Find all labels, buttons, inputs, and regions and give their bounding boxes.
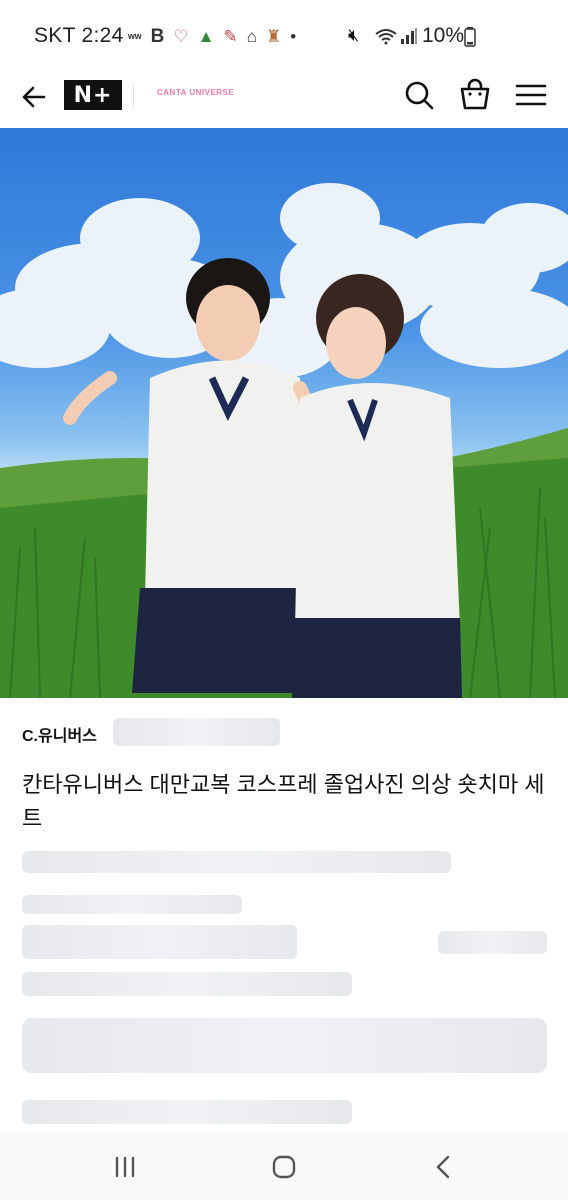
shopping-bag-icon[interactable] (458, 78, 492, 112)
header-divider (133, 86, 134, 106)
loading-placeholder (438, 931, 547, 954)
wifi-icon (375, 29, 397, 45)
product-photo-illustration (0, 183, 568, 698)
more-dot-icon: • (290, 27, 297, 46)
menu-icon[interactable] (514, 78, 548, 112)
loading-placeholder (22, 925, 297, 959)
status-bar: SKT 2:24 ʷʷ B ♡ ▲ ✎ ⌂ ♜ • 🔇︎ 10% (0, 0, 568, 70)
loading-placeholder (22, 972, 352, 996)
app-header: N+ CANTA UNIVERSE (0, 70, 568, 128)
search-icon[interactable] (402, 78, 436, 112)
notification-icons: ʷʷ B ♡ ▲ ✎ ⌂ ♜ • (128, 26, 296, 48)
brand-name[interactable]: CANTA UNIVERSE (157, 88, 234, 97)
b-app-icon: B (150, 26, 165, 47)
back-icon[interactable] (426, 1152, 462, 1182)
system-nav-bar (0, 1132, 568, 1200)
status-time: SKT 2:24 (34, 24, 124, 47)
logo[interactable]: N+ (64, 80, 122, 110)
note-icon: ✎ (223, 27, 238, 46)
back-arrow-icon[interactable] (18, 80, 52, 114)
loading-placeholder (22, 1018, 547, 1073)
house-icon: ⌂ (246, 27, 257, 46)
home-icon[interactable] (266, 1152, 302, 1182)
loading-placeholder (22, 851, 451, 873)
loading-placeholder (113, 718, 280, 746)
loading-placeholder (22, 1100, 352, 1124)
seller-name[interactable]: C.유니버스 (22, 722, 97, 746)
product-title: 칸타유니버스 대만교복 코스프레 졸업사진 의상 숏치마 세트 (22, 772, 545, 831)
cake-icon: ♜ (265, 27, 282, 46)
tree-icon: ▲ (197, 27, 215, 46)
wave-icon: ʷʷ (128, 29, 142, 45)
signal-icon (401, 28, 417, 44)
recent-apps-icon[interactable] (107, 1152, 143, 1182)
battery-icon (464, 27, 476, 47)
heart-icon: ♡ (173, 27, 189, 46)
loading-placeholder (22, 895, 242, 914)
battery-percent: 10% (422, 24, 465, 47)
mute-icon: 🔇︎ (348, 25, 360, 45)
product-image[interactable] (0, 128, 568, 698)
